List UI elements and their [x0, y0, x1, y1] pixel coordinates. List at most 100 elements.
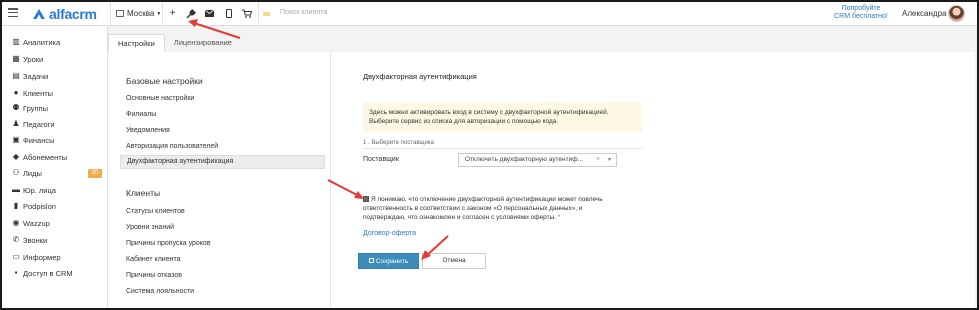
sidebar-item-subscriptions[interactable]: ◆ Абонементы: [12, 151, 67, 163]
sidebar-item-tasks[interactable]: ▤ Задачи: [12, 70, 48, 82]
notification-icon[interactable]: [262, 8, 270, 19]
settings-menu: Базовые настройки Основные настройки Фил…: [108, 52, 331, 308]
required-mark: *: [557, 214, 561, 221]
sidebar-item-groups[interactable]: ⚉ Группы: [12, 102, 48, 114]
tab-settings[interactable]: Настройки: [108, 34, 165, 52]
consent-text: Я понимаю, что отключение двухфакторной …: [371, 196, 603, 203]
mobile-icon[interactable]: [223, 8, 234, 19]
top-bar: alfacrm Москва ▼ + Поиск клиента Попробу…: [2, 2, 977, 26]
provider-select-value: Отключить двухфакторную аутентиф...: [465, 156, 583, 163]
client-search-input[interactable]: Поиск клиента: [280, 9, 327, 16]
menu-item-absence-reasons[interactable]: Причины пропуска уроков: [126, 240, 211, 247]
two-factor-content: Двухфакторная аутентификация Здесь можно…: [331, 52, 975, 308]
provider-label: Поставщик: [363, 156, 399, 163]
menu-item-user-auth[interactable]: Авторизация пользователей: [126, 143, 218, 150]
divider: [363, 148, 642, 149]
menu-item-notifications[interactable]: Уведомления: [126, 127, 170, 134]
avatar[interactable]: [948, 5, 965, 22]
sidebar-item-crm-access[interactable]: ▪ Доступ в CRM: [12, 267, 73, 279]
cart-icon[interactable]: [241, 8, 252, 19]
chevron-down-icon[interactable]: ▼: [607, 154, 612, 166]
lock-icon: ▪: [14, 268, 18, 277]
sidebar-item-podpislon[interactable]: ▮ Podpislon: [12, 200, 56, 212]
sidebar-item-label: Уроки: [23, 54, 44, 64]
sidebar-item-label: Информер: [23, 252, 61, 262]
step-label: 1 . Выберите поставщика: [363, 140, 434, 146]
mail-icon[interactable]: [204, 8, 215, 19]
branch-icon: [116, 10, 124, 17]
add-icon[interactable]: +: [167, 8, 178, 19]
menu-item-two-factor-auth[interactable]: Двухфакторная аутентификация: [120, 155, 325, 169]
calendar-icon: ▦: [12, 54, 20, 63]
sidebar-item-label: Клиенты: [23, 88, 54, 98]
branch-label: Москва: [127, 9, 155, 18]
divider: [258, 2, 259, 25]
leads-icon: ⚇: [12, 168, 20, 177]
user-name[interactable]: Александра: [902, 9, 946, 18]
menu-item-knowledge-levels[interactable]: Уровни знаний: [126, 224, 174, 231]
menu-icon[interactable]: [8, 8, 18, 17]
sidebar-item-informer[interactable]: ▭ Информер: [12, 251, 61, 263]
notice-line: Выберите сервис из списка для авторизаци…: [369, 118, 559, 125]
sidebar-item-legal-entities[interactable]: ▬ Юр. лица: [12, 184, 56, 196]
consent-checkbox-row[interactable]: Я понимаю, что отключение двухфакторной …: [363, 195, 633, 222]
provider-select[interactable]: Отключить двухфакторную аутентиф... × ▼: [458, 153, 617, 167]
promo-line: Попробуйте: [841, 5, 881, 12]
clear-icon[interactable]: ×: [596, 154, 600, 166]
sidebar-item-teachers[interactable]: ♟ Педагоги: [12, 118, 55, 130]
offer-agreement-link[interactable]: Договор-оферта: [363, 230, 416, 237]
page-title: Двухфакторная аутентификация: [363, 72, 477, 81]
briefcase-icon: ▬: [12, 185, 20, 194]
group-icon: ⚉: [12, 103, 20, 112]
divider: [162, 2, 163, 25]
branch-selector[interactable]: Москва ▼: [116, 9, 161, 18]
sidebar-item-leads[interactable]: ⚇ Лиды: [12, 167, 42, 179]
trial-promo-link[interactable]: Попробуйте CRM бесплатно!: [828, 5, 894, 21]
clients-heading: Клиенты: [126, 188, 161, 198]
chart-icon: ▥: [12, 37, 20, 46]
logo-text: alfacrm: [49, 6, 97, 22]
save-icon: [368, 258, 374, 263]
user-icon: ●: [13, 88, 19, 97]
basic-settings-heading: Базовые настройки: [126, 76, 203, 86]
sidebar-item-clients[interactable]: ● Клиенты: [12, 87, 54, 99]
save-button[interactable]: Сохранить: [358, 253, 419, 269]
sidebar-item-label: Wazzup: [23, 218, 50, 228]
cancel-button[interactable]: Отмена: [422, 253, 486, 269]
divider: [110, 2, 111, 25]
sidebar-item-label: Лиды: [23, 168, 42, 178]
logo[interactable]: alfacrm: [32, 6, 97, 22]
inbox-icon: ▭: [12, 252, 20, 261]
sidebar-item-label: Доступ в CRM: [23, 268, 73, 278]
menu-item-branches[interactable]: Филиалы: [126, 111, 156, 118]
settings-tabs: Настройки Лицензирование: [108, 34, 241, 52]
sidebar-item-label: Педагоги: [23, 119, 55, 129]
sidebar-item-finance[interactable]: ▣ Финансы: [12, 134, 54, 146]
consent-text: подтверждаю, что ознакомлен и согласен с…: [363, 214, 557, 221]
teacher-icon: ♟: [12, 119, 20, 128]
consent-text: ответственность в соответствии с законом…: [363, 205, 583, 212]
settings-panel: Базовые настройки Основные настройки Фил…: [108, 52, 975, 308]
save-button-label: Сохранить: [375, 258, 409, 265]
sidebar-item-wazzup[interactable]: ◉ Wazzup: [12, 217, 50, 229]
sidebar: ▥ Аналитика ▦ Уроки ▤ Задачи ● Клиенты ⚉…: [2, 26, 108, 308]
menu-item-client-statuses[interactable]: Статусы клиентов: [126, 208, 185, 215]
sidebar-item-analytics[interactable]: ▥ Аналитика: [12, 36, 60, 48]
menu-item-refusal-reasons[interactable]: Причины отказов: [126, 272, 182, 279]
tasks-icon: ▤: [12, 71, 20, 80]
sidebar-item-label: Юр. лица: [23, 185, 56, 195]
menu-item-loyalty-system[interactable]: Система лояльности: [126, 288, 194, 295]
tag-icon: ◆: [12, 152, 20, 161]
sidebar-item-lessons[interactable]: ▦ Уроки: [12, 53, 43, 65]
menu-item-main-settings[interactable]: Основные настройки: [126, 95, 194, 102]
sidebar-item-calls[interactable]: ✆ Звонки: [12, 234, 48, 246]
sidebar-item-label: Группы: [23, 103, 48, 113]
consent-checkbox[interactable]: [363, 196, 369, 202]
menu-item-client-cabinet[interactable]: Кабинет клиента: [126, 256, 180, 263]
tab-licensing[interactable]: Лицензирование: [165, 34, 241, 52]
info-notice: Здесь можно активировать вход в систему …: [363, 102, 642, 132]
sidebar-item-label: Абонементы: [23, 152, 68, 162]
notice-line: Здесь можно активировать вход в систему …: [369, 109, 609, 116]
sidebar-item-label: Звонки: [23, 235, 48, 245]
wrench-icon[interactable]: [185, 8, 196, 19]
